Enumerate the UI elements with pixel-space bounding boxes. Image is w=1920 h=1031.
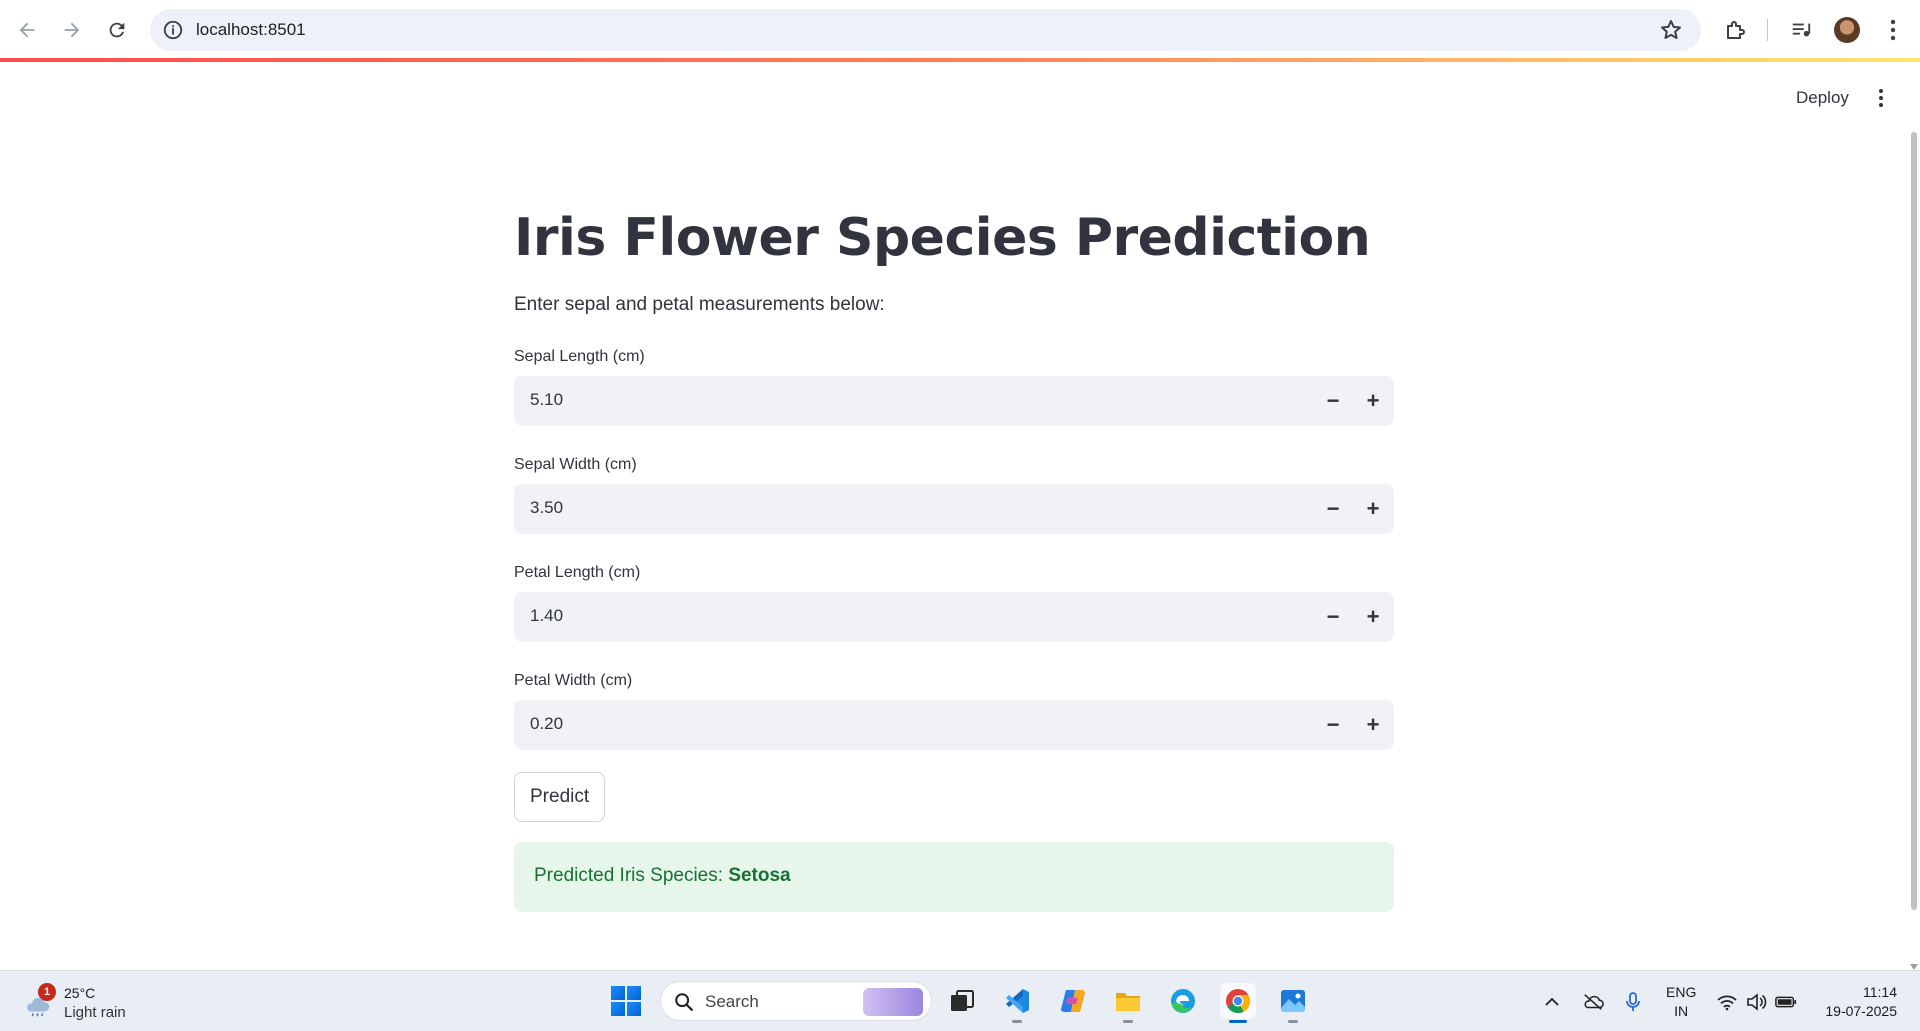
battery-icon: [1775, 996, 1797, 1008]
chrome-menu-button[interactable]: [1879, 16, 1907, 44]
taskbar-search[interactable]: Search: [660, 981, 932, 1021]
copilot-icon: [1061, 990, 1085, 1012]
media-control-icon: [1792, 23, 1811, 37]
clock-time: 11:14: [1863, 984, 1897, 1000]
sepal-length-increment-button[interactable]: +: [1354, 376, 1392, 426]
petal-length-increment-button[interactable]: +: [1354, 592, 1392, 642]
petal-width-value[interactable]: 0.20: [530, 714, 563, 734]
vscode-icon: [1006, 989, 1029, 1013]
clock-date: 19-07-2025: [1825, 1003, 1897, 1019]
vscode-button[interactable]: [999, 983, 1035, 1023]
vscode-running-indicator: [1012, 1020, 1022, 1023]
sepal-width-value[interactable]: 3.50: [530, 498, 563, 518]
chrome-active-indicator: [1229, 1020, 1247, 1023]
petal-length-input[interactable]: 1.40 − +: [514, 592, 1394, 642]
prediction-prefix: Predicted Iris Species:: [534, 865, 729, 886]
petal-length-value[interactable]: 1.40: [530, 606, 563, 626]
sepal-length-value[interactable]: 5.10: [530, 390, 563, 410]
sepal-length-input[interactable]: 5.10 − +: [514, 376, 1394, 426]
reload-icon: [109, 22, 125, 38]
petal-length-decrement-button[interactable]: −: [1314, 592, 1352, 642]
chrome-menu-icon: [1890, 19, 1896, 41]
windows-start-icon[interactable]: [611, 986, 641, 1016]
file-explorer-button[interactable]: [1110, 983, 1146, 1023]
microphone-icon: [1626, 992, 1640, 1011]
predicted-species: Setosa: [728, 865, 791, 886]
search-icon: [675, 993, 693, 1011]
sepal-width-increment-button[interactable]: +: [1354, 484, 1392, 534]
petal-width-increment-button[interactable]: +: [1354, 700, 1392, 750]
loading-stripe: [0, 58, 1920, 62]
star-icon[interactable]: [1659, 18, 1683, 42]
search-highlight-art: [863, 988, 923, 1016]
photos-icon: [1281, 990, 1305, 1012]
address-bar[interactable]: localhost:8501: [150, 9, 1701, 51]
edge-icon: [1171, 989, 1195, 1013]
chrome-icon: [1226, 989, 1251, 1014]
task-view-button[interactable]: [944, 983, 980, 1019]
back-arrow-icon: [19, 22, 35, 38]
petal-width-label: Petal Width (cm): [514, 672, 633, 689]
media-control-button[interactable]: [1787, 16, 1815, 44]
sepal-width-decrement-button[interactable]: −: [1314, 484, 1352, 534]
onedrive-icon: [1584, 994, 1604, 1010]
windows-taskbar: 1 25°C Light rain Search ENG IN 11:14 19…: [0, 970, 1920, 1031]
volume-icon: [1747, 993, 1767, 1011]
predict-button[interactable]: Predict: [514, 772, 606, 822]
extensions-button[interactable]: [1722, 16, 1750, 44]
file-explorer-icon: [1116, 993, 1140, 1011]
petal-length-label: Petal Length (cm): [514, 564, 641, 581]
prediction-result-text: Predicted Iris Species: Setosa: [534, 865, 791, 887]
system-clock[interactable]: 11:14 19-07-2025: [1817, 983, 1897, 1021]
search-label[interactable]: Search: [705, 992, 759, 1012]
wifi-icon: [1717, 995, 1737, 1011]
petal-width-decrement-button[interactable]: −: [1314, 700, 1352, 750]
extensions-icon: [1727, 21, 1745, 39]
scrollbar-thumb[interactable]: [1911, 132, 1917, 910]
edge-button[interactable]: [1165, 983, 1201, 1019]
weather-widget[interactable]: 1 25°C Light rain: [20, 983, 160, 1023]
sepal-width-input[interactable]: 3.50 − +: [514, 484, 1394, 534]
main-content: Iris Flower Species Prediction Enter sep…: [514, 200, 1394, 912]
toolbar-divider: [1767, 19, 1768, 41]
file-explorer-running-indicator: [1123, 1020, 1133, 1023]
battery-button[interactable]: [1775, 991, 1797, 1013]
browser-toolbar: localhost:8501: [0, 0, 1920, 59]
sepal-width-label: Sepal Width (cm): [514, 456, 637, 473]
page-title: Iris Flower Species Prediction: [514, 208, 1371, 268]
language-indicator[interactable]: ENG IN: [1666, 983, 1696, 1021]
page-subtitle: Enter sepal and petal measurements below…: [514, 294, 885, 315]
volume-button[interactable]: [1745, 991, 1767, 1013]
language-code: ENG: [1666, 984, 1697, 1000]
profile-avatar[interactable]: [1834, 17, 1860, 43]
copilot-button[interactable]: [1055, 983, 1091, 1019]
prediction-result-box: Predicted Iris Species: Setosa: [514, 842, 1394, 912]
onedrive-button[interactable]: [1582, 991, 1604, 1013]
deploy-button[interactable]: Deploy: [1796, 88, 1849, 108]
weather-condition: Light rain: [64, 1004, 126, 1021]
url-text[interactable]: localhost:8501: [196, 20, 306, 40]
streamlit-menu-icon[interactable]: [1871, 86, 1891, 110]
photos-running-indicator: [1288, 1020, 1298, 1023]
forward-arrow-icon: [64, 22, 80, 38]
petal-width-input[interactable]: 0.20 − +: [514, 700, 1394, 750]
page-scrollbar[interactable]: [1908, 62, 1920, 970]
back-button[interactable]: [9, 12, 45, 48]
microphone-button[interactable]: [1622, 991, 1644, 1013]
sepal-length-decrement-button[interactable]: −: [1314, 376, 1352, 426]
chevron-up-icon: [1545, 997, 1559, 1006]
info-icon[interactable]: [162, 19, 184, 41]
chrome-button[interactable]: [1220, 983, 1256, 1023]
wifi-button[interactable]: [1716, 991, 1738, 1013]
weather-temp: 25°C: [64, 985, 96, 1001]
show-hidden-icons-button[interactable]: [1541, 991, 1563, 1013]
reload-button[interactable]: [99, 12, 135, 48]
sepal-length-label: Sepal Length (cm): [514, 348, 645, 365]
region-code: IN: [1674, 1003, 1689, 1019]
forward-button[interactable]: [54, 12, 90, 48]
task-view-icon: [951, 990, 974, 1011]
weather-badge: 1: [38, 983, 56, 1001]
photos-button[interactable]: [1275, 983, 1311, 1023]
